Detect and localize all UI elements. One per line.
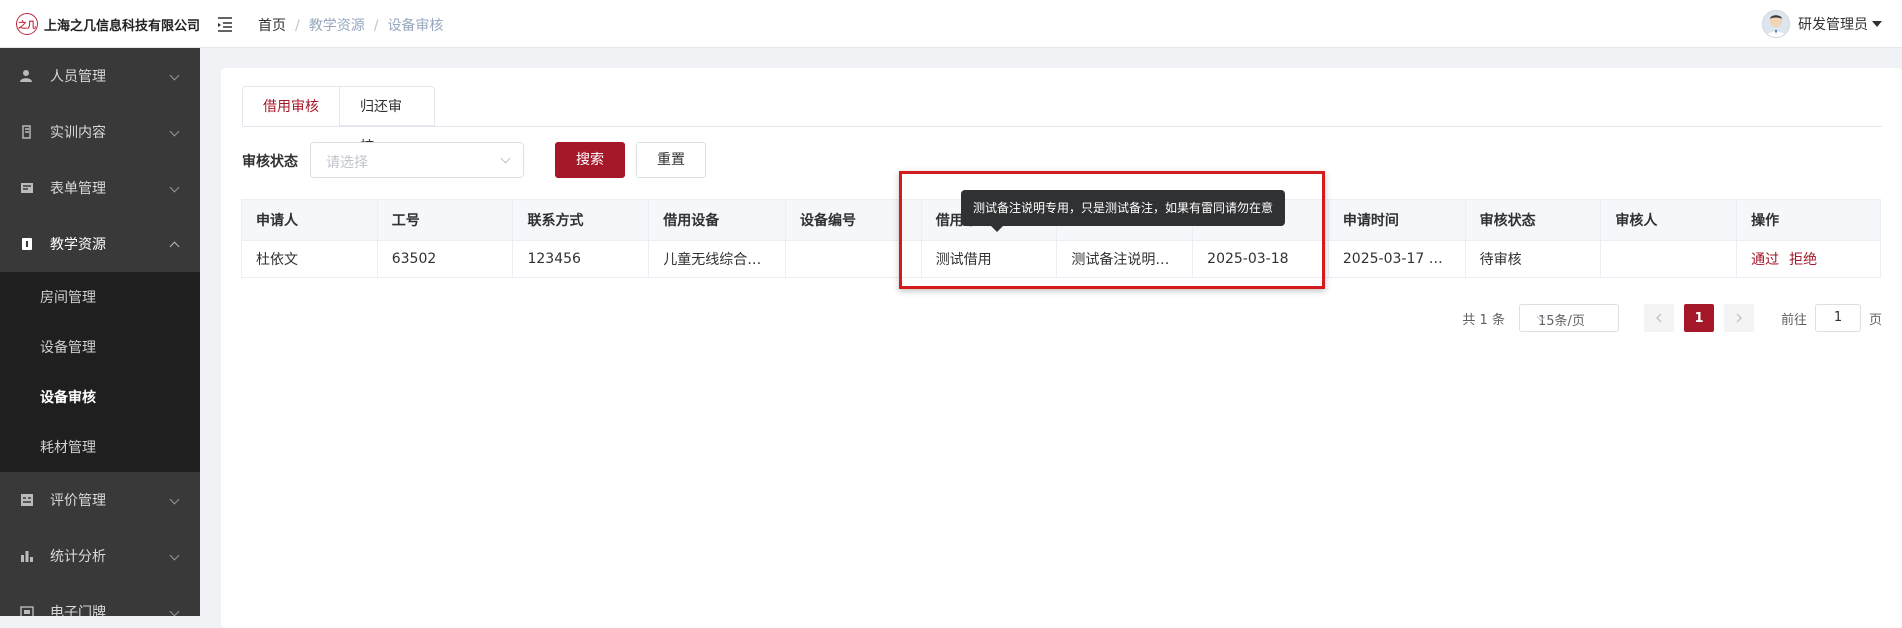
chart-icon	[20, 549, 34, 563]
table-cell-actions: 通过 拒绝	[1736, 240, 1881, 278]
sidebar-item-label: 评价管理	[50, 493, 106, 509]
chevron-down-icon	[169, 494, 180, 505]
content-card: 借用审核 归还审核 审核状态 请选择 搜索 重置 申请人 工号 联系方式 借用设…	[221, 68, 1902, 628]
pagination-total: 共 1 条	[1462, 312, 1505, 328]
column-header: 借用设备	[648, 199, 786, 241]
goto-label: 前往	[1780, 312, 1807, 328]
table-cell: 待审核	[1464, 240, 1602, 278]
user-name: 研发管理员	[1798, 17, 1868, 33]
goto-unit: 页	[1868, 312, 1882, 328]
sidebar-item-e-doorplate[interactable]: 电子门牌	[0, 584, 200, 616]
chevron-down-icon	[169, 182, 180, 193]
next-page-button[interactable]	[1723, 304, 1754, 332]
top-header: 之几 上海之几信息科技有限公司 首页 / 教学资源 / 设备审核 研发管理员	[0, 0, 1902, 48]
sidebar-item-label: 人员管理	[50, 69, 106, 85]
chevron-down-icon	[169, 606, 180, 616]
status-select[interactable]: 请选择	[310, 142, 524, 178]
user-icon	[20, 69, 34, 83]
sidebar-item-teaching-resources[interactable]: 教学资源	[0, 216, 200, 272]
book-icon	[20, 125, 34, 139]
column-header: 联系方式	[512, 199, 650, 241]
menu-collapse-icon[interactable]	[216, 14, 236, 34]
pagination: 共 1 条 15条/页 1 前往 1 页	[1462, 304, 1882, 332]
sidebar-item-personnel[interactable]: 人员管理	[0, 48, 200, 104]
sidebar-item-room-management[interactable]: 房间管理	[0, 272, 200, 322]
table-cell: 2025-03-17 11:...	[1327, 240, 1466, 278]
column-header: 申请人	[241, 199, 378, 241]
logo-mark-icon: 之几	[16, 13, 38, 35]
column-header: 操作	[1736, 199, 1881, 241]
sidebar-item-label: 教学资源	[50, 237, 106, 253]
sidebar-item-statistics[interactable]: 统计分析	[0, 528, 200, 584]
submenu-teaching-resources: 房间管理 设备管理 设备审核 耗材管理	[0, 272, 200, 472]
chevron-down-icon	[169, 126, 180, 137]
prev-page-button[interactable]	[1643, 304, 1674, 332]
form-icon	[20, 181, 34, 195]
column-header: 工号	[376, 199, 514, 241]
sidebar-item-device-review[interactable]: 设备审核	[0, 372, 200, 422]
approve-link[interactable]: 通过	[1751, 252, 1779, 268]
breadcrumb-resource[interactable]: 教学资源	[309, 18, 365, 34]
status-select-placeholder: 请选择	[326, 155, 368, 171]
breadcrumb-home[interactable]: 首页	[258, 18, 286, 34]
sidebar-item-device-management[interactable]: 设备管理	[0, 322, 200, 372]
breadcrumb: 首页 / 教学资源 / 设备审核	[258, 18, 444, 34]
evaluate-icon	[20, 493, 34, 507]
sidebar-item-training[interactable]: 实训内容	[0, 104, 200, 160]
annotation-highlight-box	[899, 171, 1325, 289]
sidebar: 人员管理 实训内容 表单管理 教学资源 房间管理 设备管理 设备审核 耗材管理 …	[0, 48, 200, 616]
table-cell: 63502	[376, 240, 514, 278]
door-icon	[20, 605, 34, 616]
sidebar-item-label: 电子门牌	[50, 605, 106, 616]
sidebar-item-consumables[interactable]: 耗材管理	[0, 422, 200, 472]
chevron-down-icon	[500, 153, 511, 164]
chevron-down-icon	[169, 550, 180, 561]
goto-page-input[interactable]: 1	[1814, 304, 1861, 332]
avatar	[1762, 10, 1790, 38]
review-tabs: 借用审核 归还审核	[242, 86, 1882, 155]
company-name: 上海之几信息科技有限公司	[44, 18, 201, 34]
table-cell: 儿童无线综合模...	[648, 240, 786, 278]
tab-borrow-review[interactable]: 借用审核	[242, 86, 340, 126]
table-cell	[1600, 240, 1738, 278]
page-size-select[interactable]: 15条/页	[1518, 304, 1619, 332]
user-menu[interactable]: 研发管理员	[1762, 10, 1882, 38]
column-header: 审核人	[1600, 199, 1738, 241]
table-cell: 杜依文	[241, 240, 378, 278]
chevron-down-icon	[1872, 21, 1882, 27]
sidebar-item-forms[interactable]: 表单管理	[0, 160, 200, 216]
column-header: 审核状态	[1464, 199, 1602, 241]
chevron-up-icon	[169, 241, 180, 252]
sidebar-item-label: 统计分析	[50, 549, 106, 565]
page-number-current[interactable]: 1	[1683, 304, 1714, 332]
page-size-value: 15条/页	[1537, 314, 1585, 329]
chevron-down-icon	[169, 70, 180, 81]
breadcrumb-current: 设备审核	[387, 18, 444, 34]
sidebar-item-label: 实训内容	[50, 125, 106, 141]
table-cell: 123456	[512, 240, 650, 278]
reject-link[interactable]: 拒绝	[1789, 252, 1817, 268]
company-logo[interactable]: 之几 上海之几信息科技有限公司	[16, 13, 200, 35]
search-button[interactable]: 搜索	[555, 142, 625, 178]
tab-return-review[interactable]: 归还审核	[339, 86, 435, 155]
column-header: 申请时间	[1327, 199, 1466, 241]
filter-status-label: 审核状态	[242, 154, 298, 170]
sidebar-item-label: 表单管理	[50, 181, 106, 197]
sidebar-item-evaluation[interactable]: 评价管理	[0, 472, 200, 528]
reset-button[interactable]: 重置	[636, 142, 706, 178]
resource-icon	[20, 237, 34, 251]
